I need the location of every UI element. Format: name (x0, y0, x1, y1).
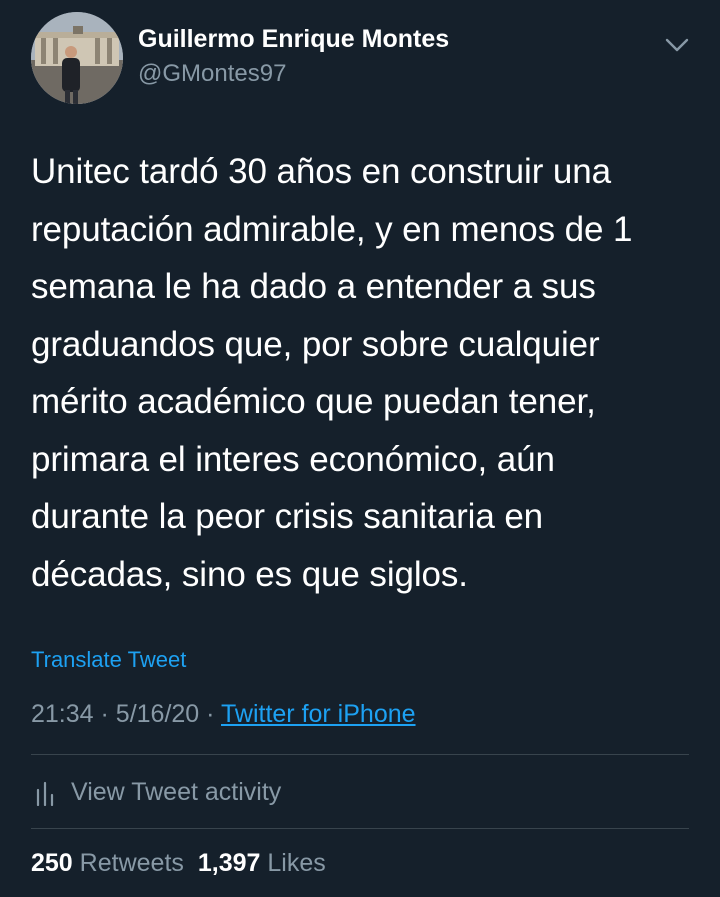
avatar[interactable] (31, 12, 123, 104)
tweet-metadata: 21:34 · 5/16/20 · Twitter for iPhone (31, 700, 416, 729)
meta-separator: · (206, 700, 215, 728)
retweets-count: 250 (31, 849, 73, 877)
avatar-image (31, 12, 123, 104)
divider (31, 754, 689, 755)
likes-stat[interactable]: 1,397 Likes (198, 849, 326, 877)
display-name[interactable]: Guillermo Enrique Montes (138, 25, 449, 54)
tweet-source-link[interactable]: Twitter for iPhone (221, 700, 416, 728)
tweet-time: 21:34 (31, 700, 94, 728)
tweet-detail: Guillermo Enrique Montes @GMontes97 Unit… (0, 0, 720, 897)
chevron-down-icon[interactable] (663, 34, 691, 56)
divider (31, 828, 689, 829)
meta-separator: · (100, 700, 109, 728)
view-tweet-activity-button[interactable]: View Tweet activity (31, 776, 281, 808)
bar-chart-icon (35, 778, 57, 806)
tweet-text: Unitec tardó 30 años en construir una re… (31, 152, 633, 594)
view-tweet-activity-label: View Tweet activity (71, 777, 282, 806)
translate-tweet-link[interactable]: Translate Tweet (31, 647, 186, 673)
tweet-stats: 250 Retweets 1,397 Likes (31, 849, 326, 878)
likes-label: Likes (267, 849, 326, 877)
retweets-stat[interactable]: 250 Retweets (31, 849, 184, 877)
tweet-date: 5/16/20 (115, 700, 200, 728)
tweet-header: Guillermo Enrique Montes @GMontes97 (31, 12, 691, 104)
likes-count: 1,397 (197, 849, 261, 877)
user-handle[interactable]: @GMontes97 (138, 60, 286, 88)
retweets-label: Retweets (79, 849, 184, 877)
